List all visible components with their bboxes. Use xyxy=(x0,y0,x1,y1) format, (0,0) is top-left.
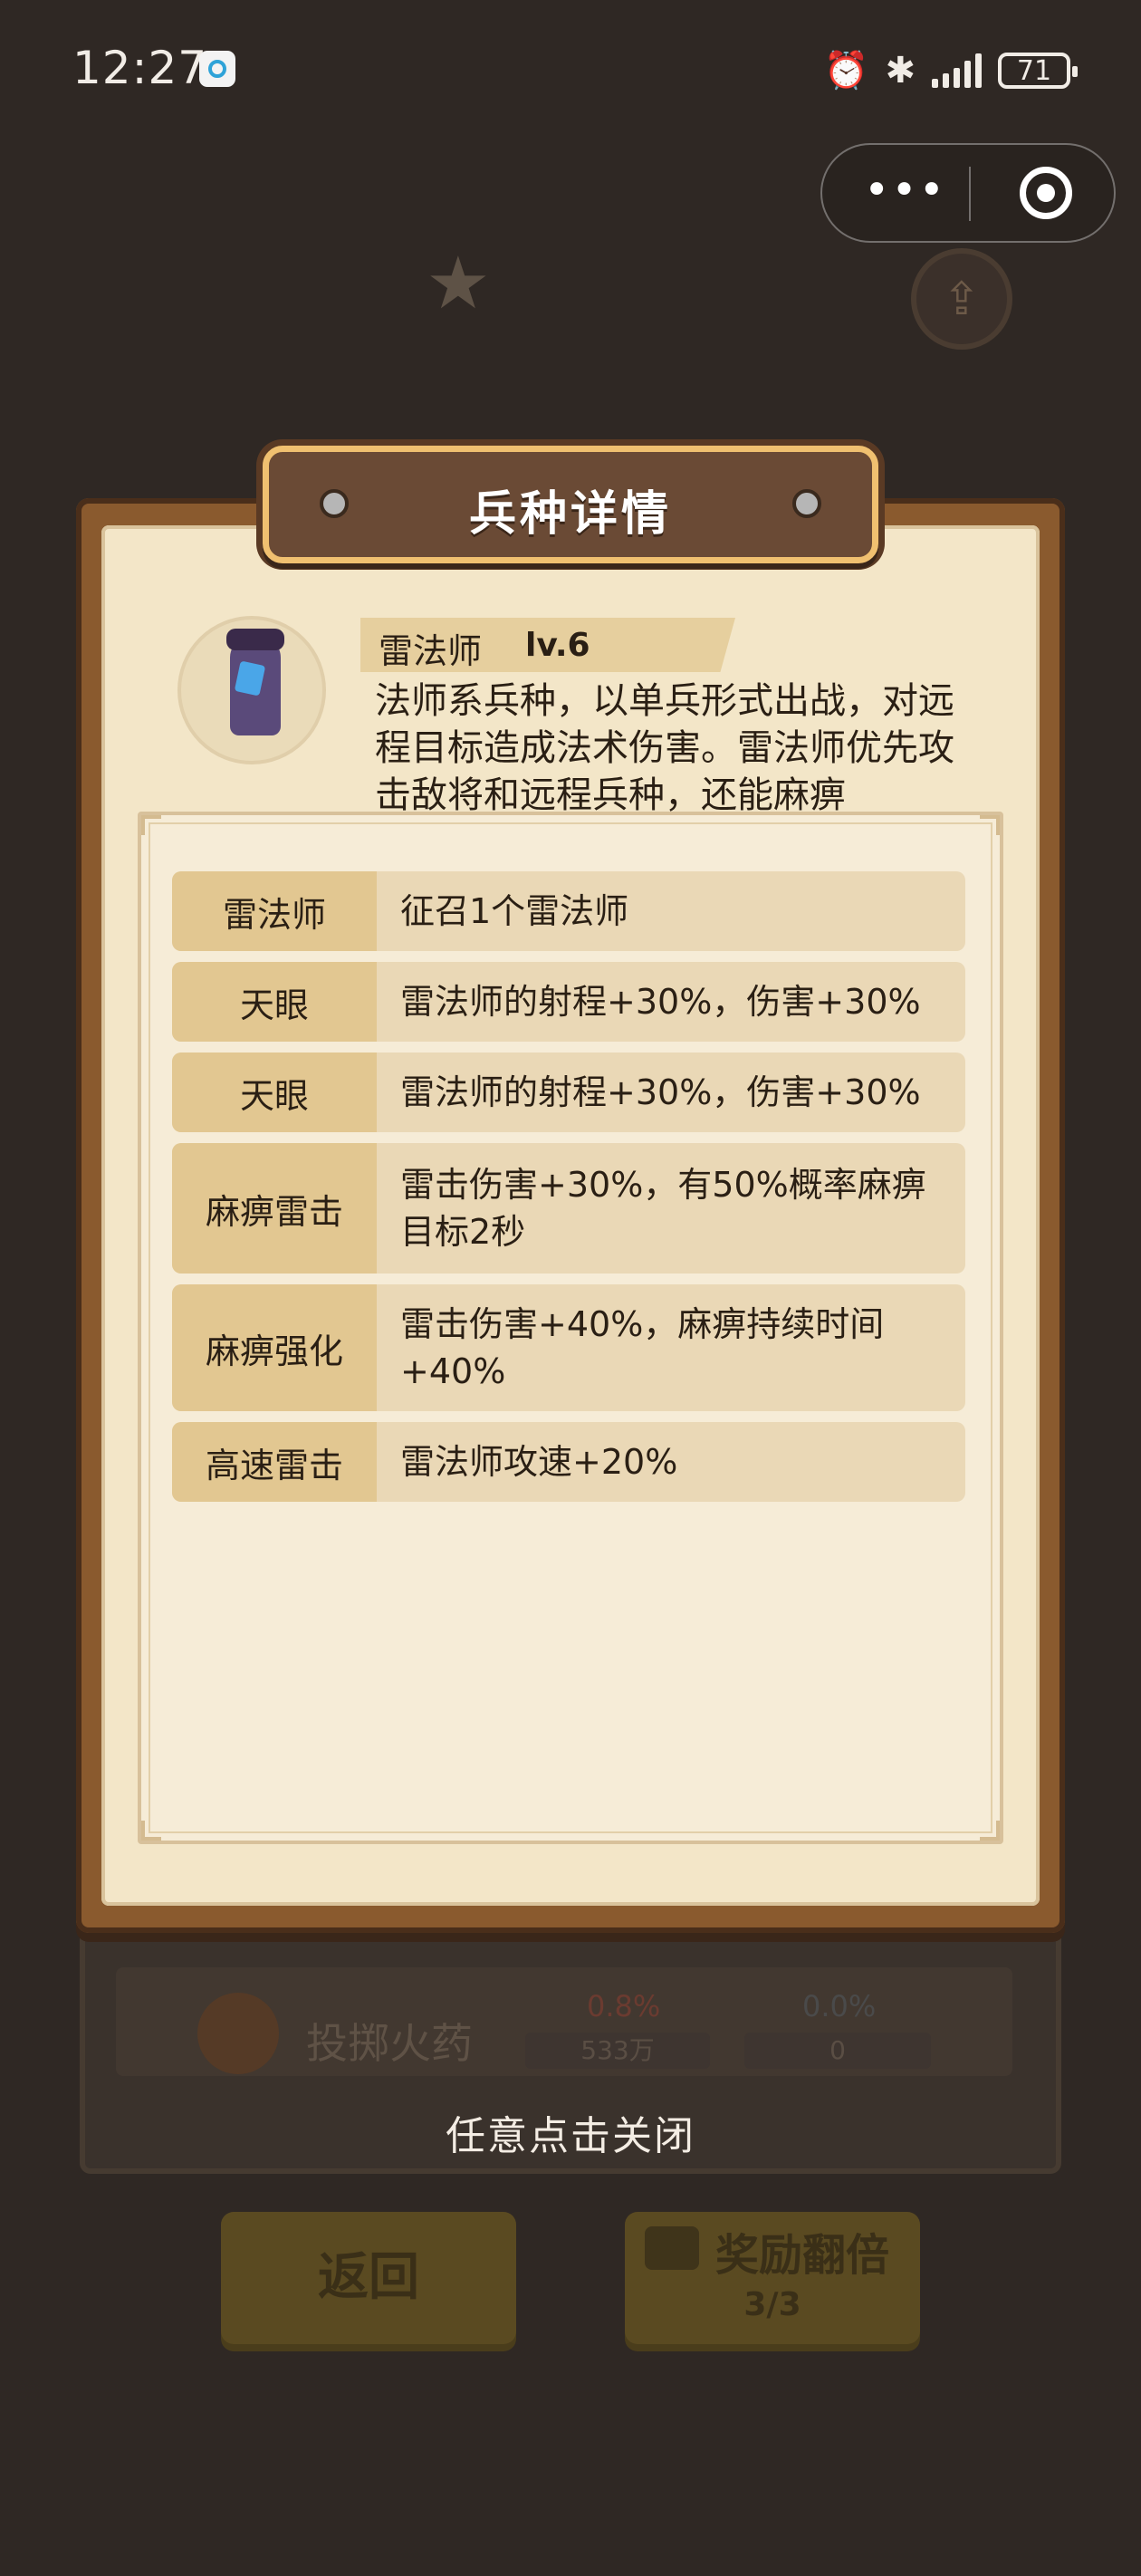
status-time: 12:27 xyxy=(72,42,208,94)
unit-description: 法师系兵种，以单兵形式出战，对远程目标造成法术伤害。雷法师优先攻击敌将和远程兵种… xyxy=(375,680,954,813)
status-bar: 12:27 ⏰ ✱ 71 xyxy=(0,0,1141,136)
skill-row: 麻痹雷击 雷击伤害+30%，有50%概率麻痹目标2秒 xyxy=(172,1143,965,1274)
tap-to-close-hint[interactable]: 任意点击关闭 xyxy=(0,2103,1141,2161)
skill-description: 雷击伤害+30%，有50%概率麻痹目标2秒 xyxy=(400,1165,926,1252)
battery-level: 71 xyxy=(1016,54,1052,87)
skill-name: 天眼 xyxy=(172,1053,377,1132)
bluetooth-icon: ✱ xyxy=(885,50,916,91)
skill-description: 雷击伤害+40%，麻痹持续时间+40% xyxy=(400,1304,885,1391)
skill-name: 雷法师 xyxy=(172,871,377,951)
unit-level: lv.6 xyxy=(525,627,590,664)
skill-name: 麻痹强化 xyxy=(172,1284,377,1411)
close-miniprogram-icon[interactable] xyxy=(1020,167,1072,219)
skill-row: 麻痹强化 雷击伤害+40%，麻痹持续时间+40% xyxy=(172,1284,965,1411)
rivet-icon xyxy=(792,489,821,518)
skill-name: 天眼 xyxy=(172,962,377,1042)
double-reward-label: 奖励翻倍 xyxy=(715,2230,890,2281)
gunpowder-icon xyxy=(197,1993,279,2074)
mage-hat xyxy=(226,629,284,650)
skill-row: 天眼 雷法师的射程+30%，伤害+30% xyxy=(172,962,965,1042)
panel-corner-ornament xyxy=(980,815,1000,835)
skill-row: 天眼 雷法师的射程+30%，伤害+30% xyxy=(172,1053,965,1132)
carrier-app-icon xyxy=(199,51,235,87)
skill-row: 雷法师 征召1个雷法师 xyxy=(172,871,965,951)
skill-name: 麻痹雷击 xyxy=(172,1143,377,1274)
share-icon[interactable]: ⇪ xyxy=(911,248,1012,350)
alarm-icon: ⏰ xyxy=(823,50,869,91)
battery-icon: 71 xyxy=(998,53,1078,89)
skill-description: 雷法师的射程+30%，伤害+30% xyxy=(400,1072,921,1112)
skill-name: 高速雷击 xyxy=(172,1422,377,1502)
double-reward-count: 3/3 xyxy=(743,2286,801,2323)
skill-description: 雷法师攻速+20% xyxy=(400,1442,678,1482)
more-options-icon[interactable]: ••• xyxy=(864,168,944,214)
miniprogram-capsule: ••• xyxy=(820,143,1116,243)
skill-description: 雷法师的射程+30%，伤害+30% xyxy=(400,982,921,1022)
panel-corner-ornament xyxy=(141,815,161,835)
defense-value: 0 xyxy=(744,2033,931,2069)
star-icon: ★ xyxy=(426,241,491,325)
double-reward-button[interactable]: 奖励翻倍 3/3 xyxy=(625,2212,920,2344)
panel-corner-ornament xyxy=(141,1821,161,1841)
background-row-name: 投掷火药 xyxy=(306,2019,473,2068)
back-button[interactable]: 返回 xyxy=(221,2212,516,2344)
modal-title-bar: 兵种详情 xyxy=(263,446,878,563)
defense-percent: 0.0% xyxy=(802,1989,877,2023)
modal-title: 兵种详情 xyxy=(468,487,672,542)
capsule-divider xyxy=(969,167,971,221)
skill-row: 高速雷击 雷法师攻速+20% xyxy=(172,1422,965,1502)
attack-value: 533万 xyxy=(525,2033,710,2069)
attack-percent: 0.8% xyxy=(587,1989,661,2023)
unit-name: 雷法师 xyxy=(379,631,483,671)
video-camera-icon xyxy=(645,2226,699,2270)
skill-description: 征召1个雷法师 xyxy=(400,891,629,931)
signal-icon xyxy=(932,53,982,88)
unit-avatar xyxy=(177,616,326,764)
panel-corner-ornament xyxy=(980,1821,1000,1841)
status-icons: ⏰ ✱ 71 xyxy=(823,49,1078,92)
